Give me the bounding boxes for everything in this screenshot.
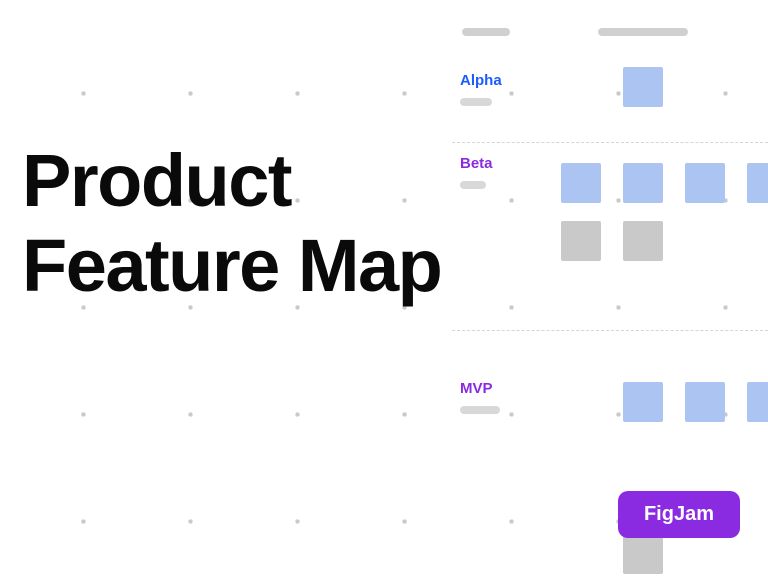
row-divider (452, 330, 768, 331)
row-divider (452, 142, 768, 143)
row-mvp-label: MVP (460, 380, 493, 397)
title-line-2: Feature Map (22, 224, 441, 307)
figjam-badge-label: FigJam (644, 503, 714, 525)
feature-card[interactable] (685, 163, 725, 203)
feature-card[interactable] (747, 163, 768, 203)
feature-card[interactable] (623, 534, 663, 574)
row-alpha-label: Alpha (460, 72, 502, 89)
feature-card[interactable] (561, 163, 601, 203)
feature-card[interactable] (685, 382, 725, 422)
feature-card[interactable] (747, 382, 768, 422)
feature-card[interactable] (561, 221, 601, 261)
row-subtitle-bar (460, 98, 492, 106)
column-header-bar (462, 28, 510, 36)
column-header-bar (598, 28, 688, 36)
page-title: Product Feature Map (22, 138, 441, 308)
feature-card[interactable] (623, 163, 663, 203)
figjam-badge[interactable]: FigJam (618, 491, 740, 538)
feature-map-panel: Alpha Beta MVP (448, 0, 768, 576)
row-subtitle-bar (460, 181, 486, 189)
row-subtitle-bar (460, 406, 500, 414)
feature-card[interactable] (623, 382, 663, 422)
title-line-1: Product (22, 139, 291, 222)
feature-card[interactable] (623, 67, 663, 107)
row-beta-label: Beta (460, 155, 493, 172)
feature-card[interactable] (623, 221, 663, 261)
